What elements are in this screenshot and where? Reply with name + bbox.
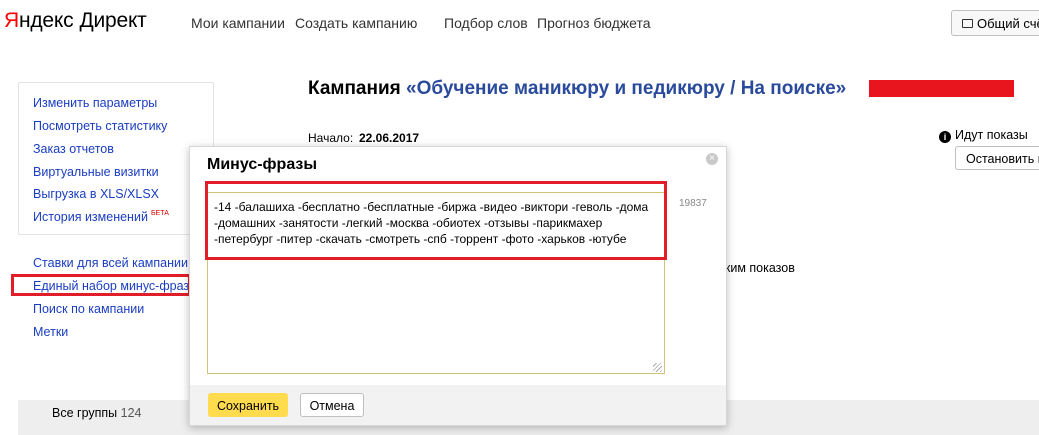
sidebar-link-export-xls[interactable]: Выгрузка в XLS/XLSX — [33, 187, 159, 201]
beta-badge: БЕТА — [150, 210, 169, 217]
save-button[interactable]: Сохранить — [208, 393, 288, 417]
close-icon[interactable]: × — [706, 153, 718, 165]
header: Яндекс Директ Мои кампании Создать кампан… — [0, 0, 1039, 48]
nav-create-campaign[interactable]: Создать кампанию — [295, 15, 417, 31]
nav-my-campaigns[interactable]: Мои кампании — [191, 15, 285, 31]
all-groups-tab[interactable]: Все группы 124 — [52, 406, 142, 420]
campaign-title: Кампания «Обучение маникюру и педикюру /… — [308, 78, 846, 100]
start-date: 22.06.2017 — [359, 131, 420, 145]
groups-count: 124 — [120, 406, 142, 420]
sidebar-link-campaign-search[interactable]: Поиск по кампании — [33, 302, 144, 316]
status-text: Идут показы — [955, 128, 1028, 142]
sidebar-link-history[interactable]: История изменений — [33, 210, 148, 224]
display-mode-text: жим показов — [722, 261, 795, 275]
sidebar-link-virtual-cards[interactable]: Виртуальные визитки — [33, 165, 159, 179]
sidebar-link-order-reports[interactable]: Заказ отчетов — [33, 142, 114, 156]
sidebar-link-campaign-bids[interactable]: Ставки для всей кампании — [33, 256, 188, 270]
sidebar-link-tags[interactable]: Метки — [33, 325, 68, 339]
negative-phrases-highlight — [11, 274, 191, 296]
redaction-bar — [869, 80, 1014, 97]
dialog-title: Минус-фразы — [207, 156, 318, 173]
shared-account-button[interactable]: Общий счёт — [951, 10, 1039, 36]
sidebar-link-edit-params[interactable]: Изменить параметры — [33, 96, 157, 110]
info-icon: i — [939, 131, 951, 143]
sidebar-link-statistics[interactable]: Посмотреть статистику — [33, 119, 167, 133]
campaign-status: i Идут показы — [939, 128, 1028, 143]
logo-direct: Директ — [79, 9, 147, 32]
resize-handle-icon[interactable] — [653, 363, 662, 372]
nav-word-selection[interactable]: Подбор слов — [444, 15, 528, 31]
stop-shows-button[interactable]: Остановить показы — [955, 146, 1039, 170]
all-groups-label: Все группы — [52, 406, 118, 420]
logo-letter: Я — [4, 9, 19, 32]
cancel-button[interactable]: Отмена — [300, 393, 364, 417]
wallet-icon — [962, 19, 973, 28]
shared-account-label: Общий счёт — [977, 16, 1039, 31]
sidebar-item-history[interactable]: История изменений БЕТА — [33, 210, 169, 224]
nav-budget-forecast[interactable]: Прогноз бюджета — [537, 15, 651, 31]
campaign-title-prefix: Кампания — [308, 78, 407, 99]
start-label: Начало: — [308, 131, 354, 145]
char-counter: 19837 — [679, 198, 707, 209]
logo-yandex: ндекс — [18, 9, 74, 32]
campaign-name: «Обучение маникюру и педикюру / На поиск… — [406, 78, 847, 99]
yandex-direct-logo[interactable]: Яндекс Директ — [4, 9, 147, 33]
negative-phrases-textarea[interactable]: -14 -балашиха -бесплатно -бесплатные -би… — [207, 192, 665, 374]
